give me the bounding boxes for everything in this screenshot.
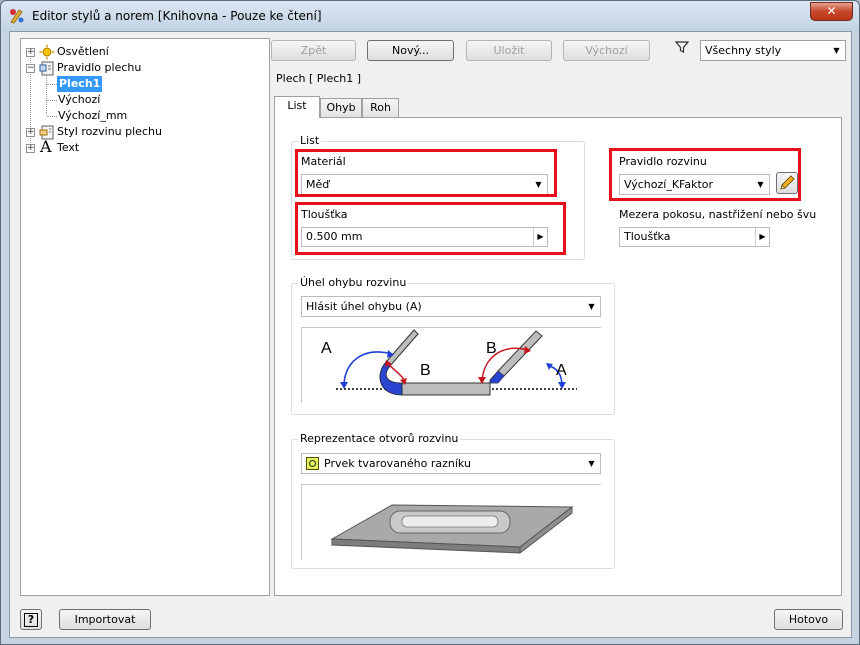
label-b-left: B <box>420 362 431 379</box>
tree-item-label-selected: Plech1 <box>57 76 103 92</box>
save-button[interactable]: Uložit <box>466 40 552 61</box>
miter-gap-value: Tloušťka <box>624 230 671 243</box>
editor-window: Editor stylů a norem [Knihovna - Pouze k… <box>0 0 860 645</box>
tree-item-unfold-style[interactable]: + Styl rozvinu plechu <box>21 124 261 140</box>
close-icon: ✕ <box>826 4 837 18</box>
back-button[interactable]: Zpět <box>271 40 356 61</box>
chevron-down-icon: ▼ <box>833 46 840 55</box>
tree-item-lighting[interactable]: + Osvětlení <box>21 44 261 60</box>
tree-item-plech1[interactable]: Plech1 <box>21 76 261 92</box>
window-title: Editor stylů a norem [Knihovna - Pouze k… <box>32 9 322 23</box>
tree-item-label: Výchozí <box>58 93 101 106</box>
tab-bend[interactable]: Ohyb <box>320 98 362 118</box>
label-a-left: A <box>321 340 332 357</box>
bend-angle-value: Hlásit úhel ohybu (A) <box>306 300 422 313</box>
punch-representation-value: Prvek tvarovaného razníku <box>324 457 471 470</box>
new-button[interactable]: Nový... <box>367 40 454 61</box>
tree-item-default[interactable]: Výchozí <box>21 92 261 108</box>
tree-item-text[interactable]: + A Text <box>21 137 261 156</box>
tree-item-label: Výchozí_mm <box>58 109 128 122</box>
tab-corner[interactable]: Roh <box>362 98 399 118</box>
done-button[interactable]: Hotovo <box>774 609 843 630</box>
sun-icon <box>39 44 55 60</box>
sheet-group-legend: List <box>298 134 322 147</box>
spin-arrow-icon[interactable]: ▶ <box>755 228 769 246</box>
text-style-icon: A <box>40 137 52 156</box>
expand-icon[interactable]: + <box>26 128 35 137</box>
filter-icon <box>675 41 689 53</box>
chevron-down-icon: ▼ <box>588 302 595 311</box>
style-editor-app-icon <box>10 9 24 24</box>
tree-item-default-mm[interactable]: Výchozí_mm <box>21 108 261 124</box>
tree-item-sheet-metal-rule[interactable]: − Pravidlo plechu <box>21 60 261 76</box>
punch-illustration <box>301 484 601 560</box>
close-button[interactable]: ✕ <box>810 2 853 21</box>
tree-item-label: Styl rozvinu plechu <box>57 125 162 138</box>
bend-angle-illustration: A B B A <box>301 327 601 403</box>
expand-icon[interactable]: + <box>26 48 35 57</box>
sheet-metal-rule-icon <box>39 61 54 76</box>
import-button[interactable]: Importovat <box>59 609 151 630</box>
style-filter-select[interactable]: Všechny styly ▼ <box>700 40 846 61</box>
tab-list[interactable]: List <box>274 96 320 118</box>
punch-plate-diagram <box>330 504 574 555</box>
collapse-icon[interactable]: − <box>26 64 35 73</box>
tree-item-label: Text <box>57 141 80 154</box>
highlight-unfold-rule <box>609 148 801 201</box>
label-a-right: A <box>556 362 567 379</box>
miter-gap-label: Mezera pokosu, nastřižení nebo švu <box>619 208 817 221</box>
bend-angle-select[interactable]: Hlásit úhel ohybu (A) ▼ <box>301 296 601 317</box>
tree-item-label: Pravidlo plechu <box>57 61 142 74</box>
tree-item-label: Osvětlení <box>57 45 109 58</box>
chevron-down-icon: ▼ <box>588 459 595 468</box>
help-button[interactable]: ? <box>20 609 42 630</box>
highlight-material <box>295 149 557 197</box>
punch-representation-select[interactable]: Prvek tvarovaného razníku ▼ <box>301 453 601 474</box>
default-button[interactable]: Výchozí <box>563 40 650 61</box>
style-tree[interactable]: + Osvětlení − Pravidlo plechu Plech1 Výc… <box>20 38 270 596</box>
title-bar[interactable]: Editor stylů a norem [Knihovna - Pouze k… <box>1 1 859 31</box>
tab-panel-list: List Materiál Měď ▼ Tloušťka 0.500 mm ▶ … <box>274 117 842 596</box>
dialog-client-area: + Osvětlení − Pravidlo plechu Plech1 Výc… <box>9 31 852 638</box>
label-b-right: B <box>486 340 497 357</box>
style-filter-value: Všechny styly <box>705 44 782 57</box>
punch-representation-legend: Reprezentace otvorů rozvinu <box>298 432 461 445</box>
expand-icon[interactable]: + <box>26 144 35 153</box>
style-header: Plech [ Plech1 ] <box>276 72 362 85</box>
help-icon: ? <box>24 613 38 627</box>
bend-angle-legend: Úhel ohybu rozvinu <box>298 276 409 289</box>
punch-feature-icon <box>306 457 319 470</box>
miter-gap-field[interactable]: Tloušťka ▶ <box>619 227 770 247</box>
highlight-thickness <box>295 202 566 255</box>
